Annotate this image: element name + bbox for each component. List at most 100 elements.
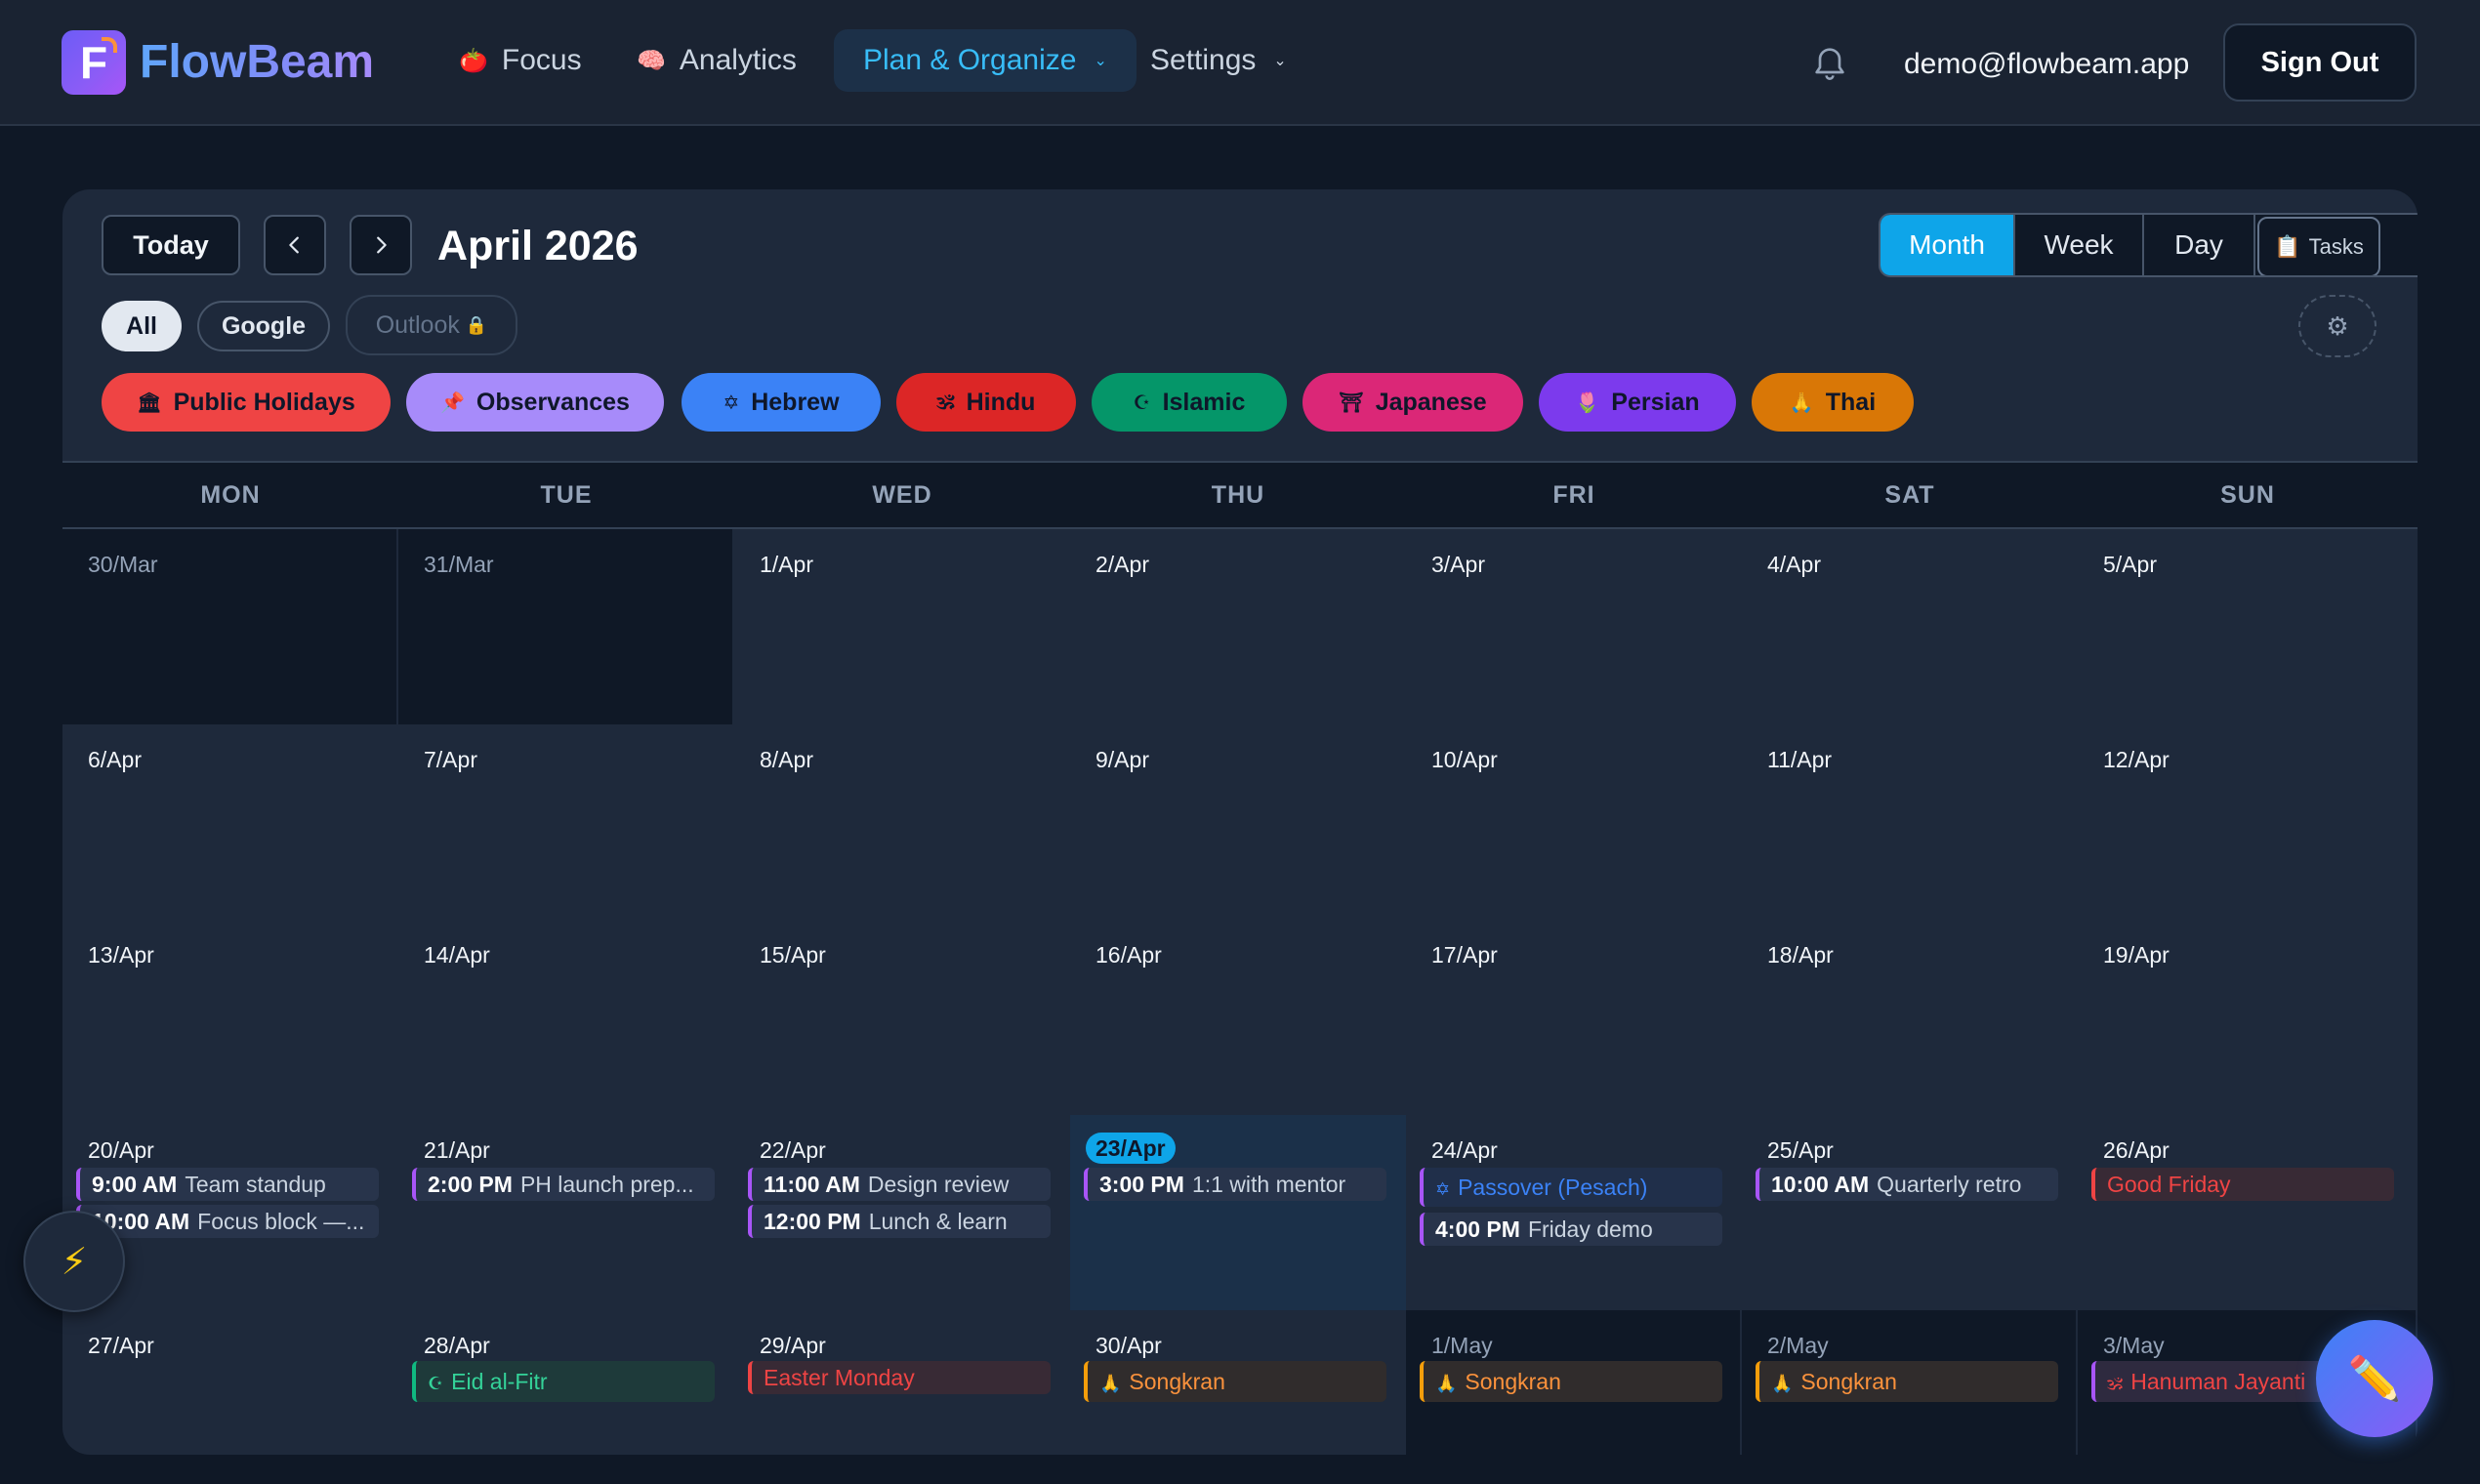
star-crescent-icon: ☪ [1133,392,1151,414]
nav-focus[interactable]: 🍅 Focus [449,29,592,92]
nav-settings[interactable]: Settings ⌄ [1140,29,1297,92]
category-observances[interactable]: 📌 Observances [406,373,664,432]
day-cell[interactable]: 25/Apr 10:00 AM Quarterly retro [1742,1115,2078,1310]
day-cell[interactable]: 8/Apr [734,724,1070,920]
day-cell[interactable]: 2/May 🙏 Songkran [1742,1310,2078,1455]
event-chip-holiday[interactable]: ☪ Eid al-Fitr [412,1361,715,1402]
event-title: Focus block —... [197,1209,365,1234]
view-day-button[interactable]: Day [2144,215,2255,275]
tulip-icon: 🌷 [1575,392,1600,414]
category-persian[interactable]: 🌷 Persian [1539,373,1736,432]
month-title: April 2026 [437,223,639,269]
day-cell[interactable]: 22/Apr 11:00 AM Design review 12:00 PM Lun… [734,1115,1070,1310]
day-cell[interactable]: 29/Apr Easter Monday [734,1310,1070,1455]
day-cell[interactable]: 1/May 🙏 Songkran [1406,1310,1742,1455]
view-week-button[interactable]: Week [2015,215,2144,275]
calendar-settings-button[interactable]: ⚙ [2298,295,2377,357]
day-cell[interactable]: 7/Apr [398,724,734,920]
day-cell[interactable]: 27/Apr [62,1310,398,1455]
day-number: 2/May [1767,1333,1829,1358]
day-cell[interactable]: 11/Apr [1742,724,2078,920]
event-chip[interactable]: 9:00 AM Team standup [76,1168,379,1201]
new-event-fab[interactable]: ✏️ [2316,1320,2433,1437]
event-chip[interactable]: 3:00 PM 1:1 with mentor [1084,1168,1386,1201]
user-email: demo@flowbeam.app [1904,48,2190,80]
event-chip[interactable]: 10:00 AM Focus block —... [76,1205,379,1238]
event-chip[interactable]: 10:00 AM Quarterly retro [1756,1168,2058,1201]
today-button[interactable]: Today [102,215,240,275]
day-cell[interactable]: 13/Apr [62,920,398,1115]
day-cell-today[interactable]: 23/Apr 3:00 PM 1:1 with mentor [1070,1115,1406,1310]
event-chip[interactable]: 2:00 PM PH launch prep... [412,1168,715,1201]
day-cell[interactable]: 30/Mar [62,529,398,724]
event-chip[interactable]: 4:00 PM Friday demo [1420,1213,1722,1246]
day-cell[interactable]: 31/Mar [398,529,734,724]
event-chip-holiday[interactable]: ✡ Passover (Pesach) [1420,1168,1722,1207]
category-hebrew[interactable]: ✡ Hebrew [682,373,881,432]
category-thai[interactable]: 🙏 Thai [1752,373,1914,432]
day-number: 30/Apr [1095,1333,1162,1358]
weekday-label: WED [872,480,932,509]
event-chip-holiday[interactable]: 🙏 Songkran [1756,1361,2058,1402]
day-cell[interactable]: 17/Apr [1406,920,1742,1115]
day-cell[interactable]: 30/Apr 🙏 Songkran [1070,1310,1406,1455]
day-cell[interactable]: 21/Apr 2:00 PM PH launch prep... [398,1115,734,1310]
sign-out-button[interactable]: Sign Out [2223,23,2417,102]
event-chip-holiday[interactable]: Good Friday [2091,1168,2394,1201]
source-google-pill[interactable]: Google [197,301,330,351]
day-cell[interactable]: 6/Apr [62,724,398,920]
category-japanese[interactable]: ⛩ Japanese [1302,373,1523,432]
tasks-label: Tasks [2308,234,2364,259]
day-cell[interactable]: 18/Apr [1742,920,2078,1115]
category-hindu[interactable]: 🕉 Hindu [896,373,1076,432]
day-number: 26/Apr [2103,1137,2170,1163]
category-islamic[interactable]: ☪ Islamic [1092,373,1287,432]
day-cell[interactable]: 3/Apr [1406,529,1742,724]
bell-icon[interactable] [1810,43,1849,82]
event-chip[interactable]: 11:00 AM Design review [748,1168,1051,1201]
nav-plan-organize[interactable]: Plan & Organize ⌄ [834,29,1137,92]
logo-icon[interactable]: F [62,30,126,95]
nav-plan-label: Plan & Organize [863,44,1077,76]
nav-analytics[interactable]: 🧠 Analytics [627,29,806,92]
view-month-button[interactable]: Month [1881,215,2015,275]
brand-name[interactable]: FlowBeam [140,35,374,90]
day-cell[interactable]: 9/Apr [1070,724,1406,920]
day-number: 4/Apr [1767,552,1821,577]
event-time: 2:00 PM [428,1172,513,1197]
event-chip-holiday[interactable]: Easter Monday [748,1361,1051,1394]
next-month-button[interactable] [350,215,412,275]
day-cell[interactable]: 26/Apr Good Friday [2078,1115,2418,1310]
quick-action-button[interactable]: ⚡ [23,1211,125,1312]
day-cell[interactable]: 4/Apr [1742,529,2078,724]
day-cell[interactable]: 2/Apr [1070,529,1406,724]
day-cell[interactable]: 19/Apr [2078,920,2418,1115]
event-title: Songkran [1129,1369,1225,1394]
day-cell[interactable]: 10/Apr [1406,724,1742,920]
day-number: 3/May [2103,1333,2165,1358]
source-all-pill[interactable]: All [102,301,182,351]
event-chip[interactable]: 12:00 PM Lunch & learn [748,1205,1051,1238]
view-tasks-button[interactable]: 📋 Tasks [2257,217,2380,275]
event-chip-holiday[interactable]: 🙏 Songkran [1084,1361,1386,1402]
category-public-holidays[interactable]: 🏛 Public Holidays [102,373,391,432]
weekday-label: SUN [2220,480,2275,509]
day-cell[interactable]: 16/Apr [1070,920,1406,1115]
day-number: 15/Apr [760,942,826,968]
day-number: 20/Apr [88,1137,154,1163]
day-number: 28/Apr [424,1333,490,1358]
day-cell[interactable]: 15/Apr [734,920,1070,1115]
day-cell[interactable]: 28/Apr ☪ Eid al-Fitr [398,1310,734,1455]
source-outlook-pill[interactable]: Outlook 🔒 [346,295,517,355]
event-title: Easter Monday [764,1365,915,1390]
day-cell[interactable]: 24/Apr ✡ Passover (Pesach) 4:00 PM Friday … [1406,1115,1742,1310]
day-cell[interactable]: 14/Apr [398,920,734,1115]
brain-icon: 🧠 [637,47,666,74]
prev-month-button[interactable] [264,215,326,275]
day-cell[interactable]: 12/Apr [2078,724,2418,920]
day-cell[interactable]: 5/Apr [2078,529,2418,724]
folded-hands-icon: 🙏 [1435,1374,1458,1393]
day-cell[interactable]: 1/Apr [734,529,1070,724]
day-number: 22/Apr [760,1137,826,1163]
event-chip-holiday[interactable]: 🙏 Songkran [1420,1361,1722,1402]
